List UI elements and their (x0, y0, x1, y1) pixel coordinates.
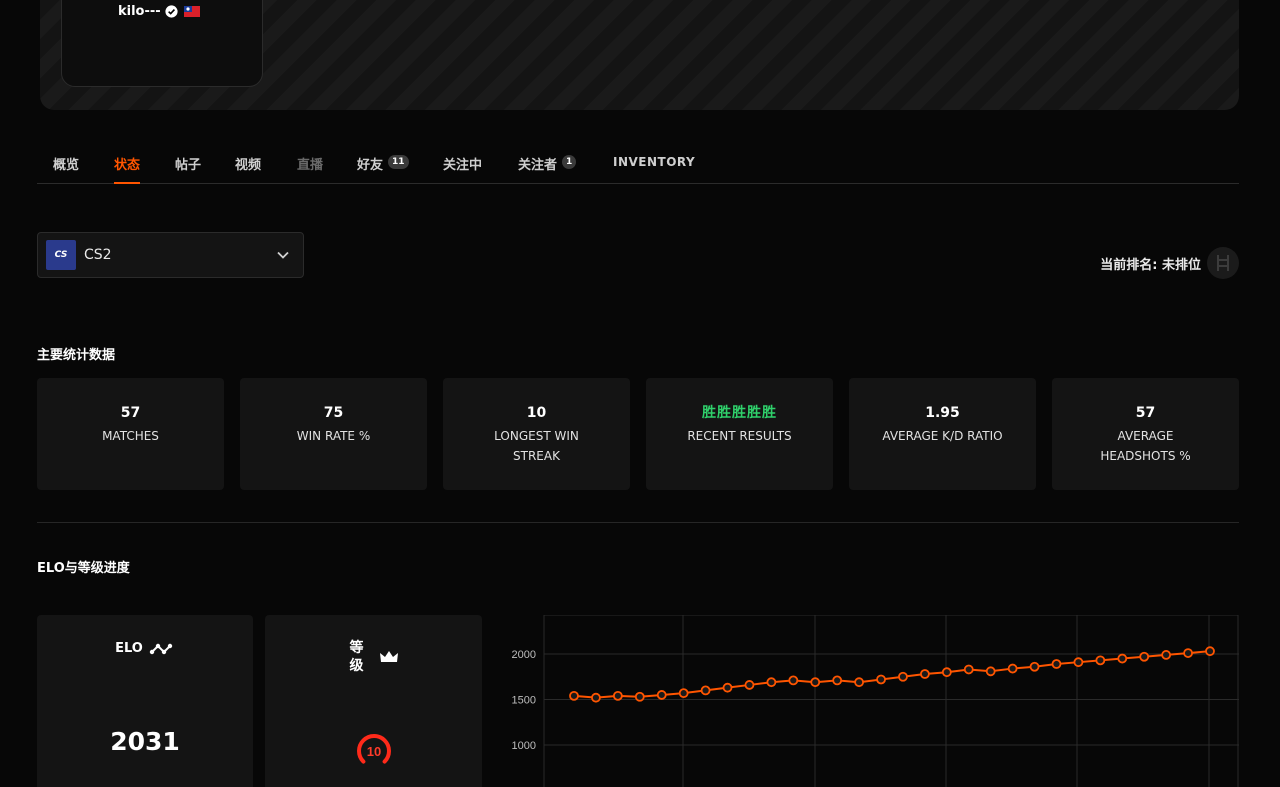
elo-section-title: ELO与等级进度 (37, 561, 130, 576)
tab-stats[interactable]: 状态 (114, 154, 141, 184)
stat-card-headshots: 57 AVERAGE HEADSHOTS % (1052, 378, 1239, 490)
elo-data-point (854, 677, 865, 688)
tab-live[interactable]: 直播 (297, 154, 323, 183)
main-stats-title: 主要统计数据 (37, 348, 116, 363)
stat-card-kd-ratio: 1.95 AVERAGE K/D RATIO (849, 378, 1036, 490)
rank-ladder-icon (1207, 247, 1239, 279)
elo-data-point (591, 692, 601, 703)
profile-name[interactable]: kilo--- (118, 4, 161, 19)
tab-followers[interactable]: 关注者 1 (518, 154, 577, 183)
elo-data-point (1007, 663, 1018, 674)
elo-data-point (634, 691, 645, 702)
section-divider (37, 522, 1239, 523)
followers-count-badge: 1 (562, 155, 577, 169)
stat-card-longest-streak: 10 LONGEST WIN STREAK (443, 378, 630, 490)
verified-icon (165, 5, 178, 18)
stat-value: 1.95 (925, 405, 960, 421)
elo-data-point (722, 682, 733, 693)
flag-icon (183, 6, 200, 17)
elo-data-point (1139, 651, 1150, 662)
y-tick-label: 1500 (512, 695, 536, 707)
elo-data-point (788, 675, 799, 686)
tab-following[interactable]: 关注中 (443, 154, 482, 183)
level-badge-icon: 10 (357, 733, 391, 764)
stat-label: AVERAGE HEADSHOTS % (1100, 429, 1191, 463)
elo-trend-icon (149, 643, 173, 654)
elo-data-point (919, 669, 930, 679)
tab-videos[interactable]: 视频 (235, 154, 261, 183)
chevron-down-icon (277, 251, 289, 259)
stat-value: 75 (323, 405, 344, 421)
profile-name-row: kilo--- (118, 4, 200, 19)
elo-data-point (1117, 653, 1128, 664)
game-select[interactable]: CS CS2 (37, 232, 304, 278)
elo-data-point (700, 685, 711, 696)
recent-results-value: 胜胜胜胜胜 (702, 405, 777, 421)
tab-posts[interactable]: 帖子 (175, 154, 201, 183)
elo-data-point (1029, 661, 1040, 672)
stat-label: AVERAGE K/D RATIO (882, 429, 1003, 443)
elo-series-line (573, 650, 1211, 699)
elo-data-point (810, 677, 821, 688)
stat-label: WIN RATE % (296, 429, 371, 443)
elo-label: ELO (115, 641, 143, 656)
elo-data-point (876, 674, 886, 685)
game-name: CS2 (84, 247, 112, 263)
elo-card: ELO 2031 (37, 615, 253, 787)
crown-icon (379, 651, 398, 662)
svg-text:10: 10 (367, 744, 381, 759)
y-tick-label: 1000 (512, 740, 536, 752)
chart-frame (543, 615, 1239, 787)
stat-value: 57 (1135, 405, 1156, 421)
tab-inventory[interactable]: INVENTORY (613, 154, 695, 183)
elo-data-point (1183, 648, 1193, 658)
elo-data-point (1205, 646, 1215, 657)
elo-data-point (1073, 657, 1084, 668)
stat-card-win-rate: 75 WIN RATE % (240, 378, 427, 490)
elo-data-point (963, 664, 974, 675)
level-label: 等 级 (349, 640, 364, 674)
elo-data-point (678, 688, 689, 699)
elo-data-point (832, 675, 843, 686)
elo-data-point (1051, 659, 1062, 669)
stat-label: MATCHES (102, 429, 159, 443)
tab-friends[interactable]: 好友 11 (357, 154, 409, 183)
cs2-logo-icon: CS (46, 240, 76, 270)
elo-data-point (766, 677, 777, 688)
profile-tabs: 概览 状态 帖子 视频 直播 好友 11 关注中 关注者 1 INVENTORY (37, 150, 1239, 184)
stat-label: LONGEST WIN STREAK (494, 429, 579, 463)
elo-data-point (898, 671, 908, 682)
level-title: 等 级 (265, 639, 482, 675)
current-rank-label: 当前排名: 未排位 (1100, 257, 1201, 273)
current-rank: 当前排名: 未排位 (1100, 247, 1239, 279)
elo-value: 2031 (110, 727, 180, 756)
y-tick-label: 2000 (512, 649, 536, 661)
elo-data-point (656, 690, 667, 700)
elo-data-point (1095, 655, 1106, 666)
stat-value: 10 (526, 405, 547, 421)
level-card: 等 级 10 (265, 615, 482, 787)
elo-data-point (1161, 650, 1172, 660)
elo-data-point (569, 690, 579, 701)
stat-card-matches: 57 MATCHES (37, 378, 224, 490)
elo-data-point (941, 667, 952, 678)
elo-title: ELO (37, 641, 253, 656)
elo-data-point (612, 690, 623, 701)
stat-label: RECENT RESULTS (687, 429, 792, 443)
tab-overview[interactable]: 概览 (53, 154, 79, 183)
elo-history-chart: 200015001000500 (512, 615, 1239, 787)
elo-data-point (985, 666, 996, 677)
elo-data-point (744, 680, 755, 690)
stat-card-recent-results: 胜胜胜胜胜 RECENT RESULTS (646, 378, 833, 490)
stat-value: 57 (120, 405, 141, 421)
friends-count-badge: 11 (388, 155, 409, 169)
